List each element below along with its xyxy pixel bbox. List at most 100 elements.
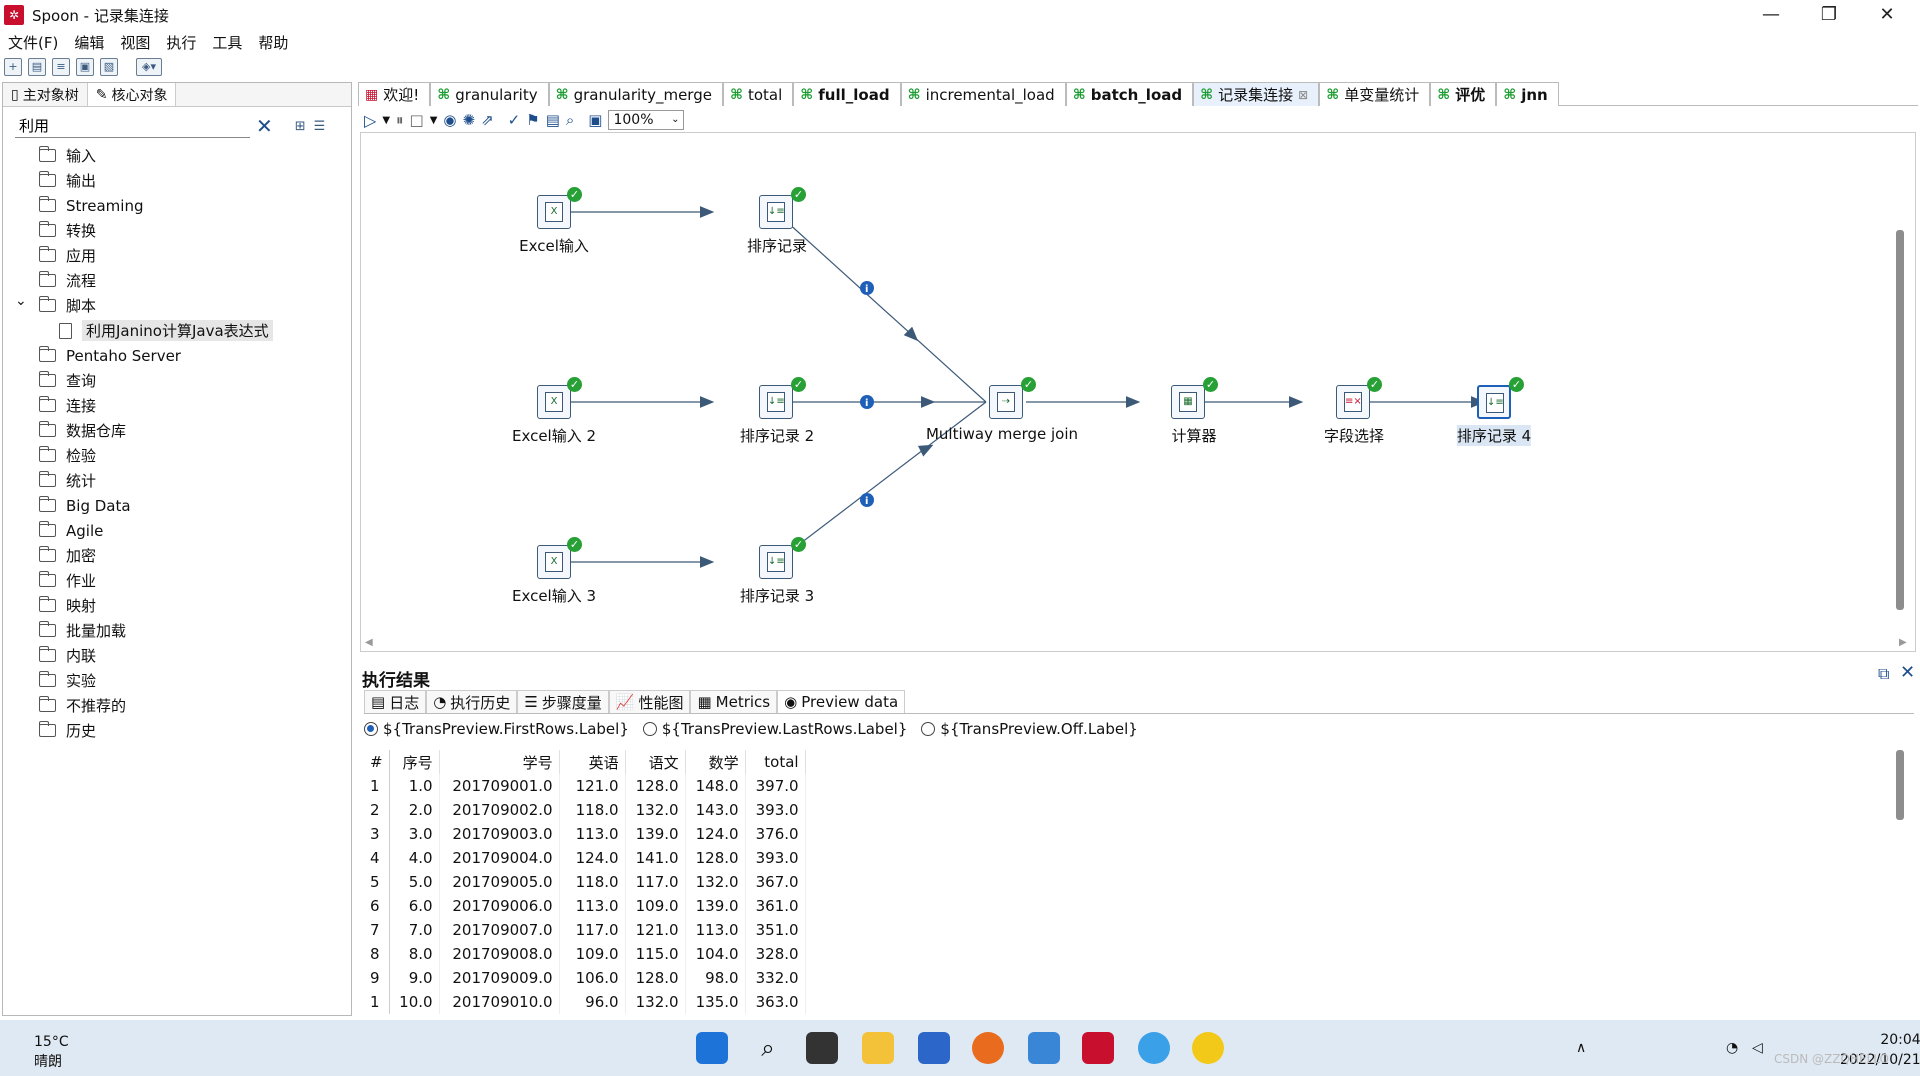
editor-tab[interactable]: ▦ 欢迎! [358,82,431,106]
tree-item[interactable]: 应用 [3,243,351,268]
debug-icon[interactable]: ✺ [463,111,476,129]
close-window-button[interactable]: ✕ [1858,0,1916,30]
impact-icon[interactable]: ⚑ [526,111,539,129]
close-panel-icon[interactable]: ✕ [1900,662,1915,683]
edge-icon[interactable] [1138,1032,1170,1064]
chevron-down-icon[interactable]: ⌄ [15,293,27,309]
menu-run[interactable]: 执行 [166,32,196,53]
tab-step-metrics[interactable]: ☰ 步骤度量 [517,690,609,713]
task-view-icon[interactable] [806,1032,838,1064]
step-multiway-merge-join[interactable]: ⇢ [989,385,1023,419]
save-icon[interactable]: ▣ [76,58,94,76]
tree-item[interactable]: Big Data [3,493,351,518]
tree-item[interactable]: 数据仓库 [3,418,351,443]
grid-vertical-scrollbar[interactable] [1896,750,1904,820]
radio-last-rows[interactable]: ${TransPreview.LastRows.Label} [642,720,907,738]
radio-off[interactable]: ${TransPreview.Off.Label} [921,720,1138,738]
tree-item[interactable]: 历史 [3,718,351,743]
new-file-icon[interactable]: + [4,58,22,76]
editor-tab[interactable]: ⌘ full_load [793,82,901,106]
column-header[interactable]: # [364,750,390,774]
menu-help[interactable]: 帮助 [258,32,288,53]
column-header[interactable]: 序号 [389,750,440,774]
restore-button[interactable]: ❐ [1800,0,1858,30]
menu-edit[interactable]: 编辑 [74,32,104,53]
tree-item[interactable]: 映射 [3,593,351,618]
tree-item[interactable]: ⌄ 脚本 [3,293,351,318]
tree-item[interactable]: 输入 [3,143,351,168]
tab-main-tree[interactable]: ▯ 主对象树 [3,83,88,106]
table-row[interactable]: 1 10.0 201709010.0 96.0 132.0 135.0 363.0 [364,990,806,1014]
maximize-panel-icon[interactable]: ⧉ [1878,664,1889,684]
app-arrow-icon[interactable] [1028,1032,1060,1064]
tree-item[interactable]: 批量加载 [3,618,351,643]
stop-icon[interactable]: □ [410,111,424,129]
column-header[interactable]: 英语 [559,750,626,774]
verify-icon[interactable]: ✓ [508,111,521,129]
tree-item[interactable]: 输出 [3,168,351,193]
scroll-left-icon[interactable]: ◀ [365,637,373,648]
minimize-button[interactable]: — [1742,0,1800,30]
wifi-icon[interactable]: ◔ [1726,1040,1738,1056]
step-sort-4[interactable]: ↓≡ [1477,385,1511,419]
table-row[interactable]: 3 3.0 201709003.0 113.0 139.0 124.0 376.0 [364,822,806,846]
table-row[interactable]: 5 5.0 201709005.0 118.0 117.0 132.0 367.0 [364,870,806,894]
transformation-canvas[interactable]: iii X ✓ Excel输入 ↓≡ ✓ 排序记录 X ✓ Excel输入 2 … [360,132,1916,652]
stop-dropdown-icon[interactable]: ▼ [430,115,438,126]
tree-item[interactable]: 不推荐的 [3,693,351,718]
table-row[interactable]: 8 8.0 201709008.0 109.0 115.0 104.0 328.0 [364,942,806,966]
search-icon[interactable]: ⌕ [752,1032,784,1064]
menu-view[interactable]: 视图 [120,32,150,53]
tree-item[interactable]: 利用Janino计算Java表达式 [3,318,351,343]
tab-preview-data[interactable]: ◉ Preview data [777,690,906,713]
editor-tab[interactable]: ⌘ 评优 [1430,82,1497,106]
open-file-icon[interactable]: ▤ [28,58,46,76]
tab-log[interactable]: ▤ 日志 [364,690,427,713]
close-tab-icon[interactable]: ⊠ [1298,88,1308,102]
editor-tab[interactable]: ⌘ total [722,82,794,106]
step-select-values[interactable]: ≡× [1336,385,1370,419]
sql-icon[interactable]: ▤ [546,111,560,129]
tray-expand-icon[interactable]: ∧ [1576,1040,1586,1056]
column-header[interactable]: 数学 [685,750,746,774]
explore-db-icon[interactable]: ⌕ [566,111,574,129]
step-excel-input-2[interactable]: X [537,385,571,419]
pause-icon[interactable]: ⏸ [396,111,404,129]
column-header[interactable]: 语文 [625,750,686,774]
hop-n2-n7[interactable] [775,211,987,403]
kettle-taskbar-icon[interactable] [1082,1032,1114,1064]
firefox-icon[interactable] [972,1032,1004,1064]
editor-tab[interactable]: ⌘ jnn [1496,82,1559,106]
editor-tab[interactable]: ⌘ 单变量统计 [1319,82,1431,106]
tree-item[interactable]: 检验 [3,443,351,468]
canvas-vertical-scrollbar[interactable] [1896,230,1904,610]
column-header[interactable]: 学号 [439,750,560,774]
editor-tab[interactable]: ⌘ granularity_merge [548,82,723,106]
table-row[interactable]: 6 6.0 201709006.0 113.0 109.0 139.0 361.0 [364,894,806,918]
tab-history[interactable]: ◔ 执行历史 [426,690,518,713]
tree-item[interactable]: 实验 [3,668,351,693]
tree-item[interactable]: 转换 [3,218,351,243]
table-row[interactable]: 2 2.0 201709002.0 118.0 132.0 143.0 393.0 [364,798,806,822]
column-header[interactable]: total [745,750,806,774]
save-as-icon[interactable]: ▧ [100,58,118,76]
tree-item[interactable]: 连接 [3,393,351,418]
scroll-right-icon[interactable]: ▶ [1899,637,1907,648]
editor-tab[interactable]: ⌘ incremental_load [900,82,1066,106]
perspective-layers-icon[interactable]: ◈▾ [136,58,162,76]
preview-icon[interactable]: ◉ [443,111,456,129]
tree-item[interactable]: 流程 [3,268,351,293]
tree-item[interactable]: 作业 [3,568,351,593]
grid-icon[interactable]: ▣ [588,111,602,129]
tree-item[interactable]: 加密 [3,543,351,568]
step-calculator[interactable]: ▦ [1171,385,1205,419]
tree-item[interactable]: Streaming [3,193,351,218]
table-row[interactable]: 7 7.0 201709007.0 117.0 121.0 113.0 351.0 [364,918,806,942]
expand-all-icon[interactable]: ⊞ [295,119,306,134]
file-explorer-icon[interactable] [862,1032,894,1064]
tab-core-objects[interactable]: ✎ 核心对象 [87,83,177,106]
step-excel-input-1[interactable]: X [537,195,571,229]
weather-widget[interactable]: 15°C 晴朗 [34,1032,69,1072]
app-blue-icon[interactable] [918,1032,950,1064]
explore-repository-icon[interactable]: ≡ [52,58,70,76]
